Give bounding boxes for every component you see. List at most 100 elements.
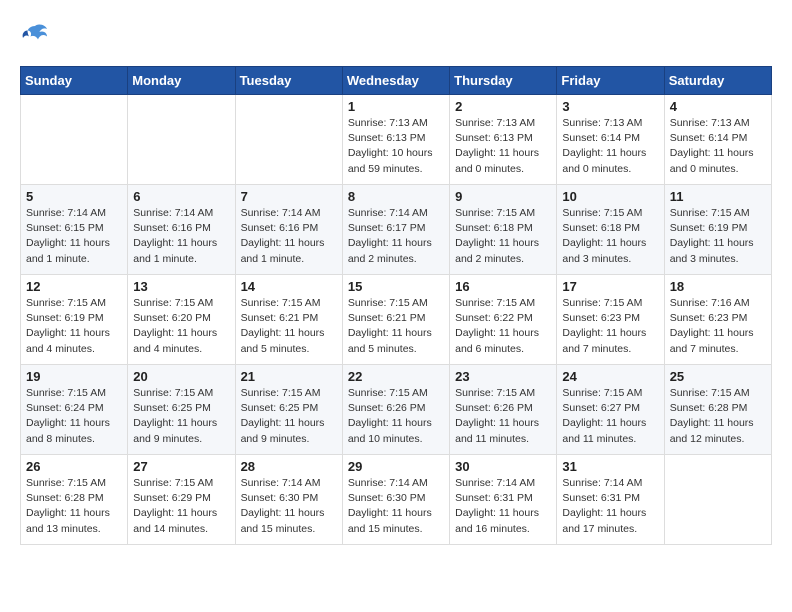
page-header: [20, 20, 772, 50]
day-info: Sunrise: 7:14 AM Sunset: 6:16 PM Dayligh…: [133, 206, 229, 267]
calendar-cell: 26 Sunrise: 7:15 AM Sunset: 6:28 PM Dayli…: [21, 455, 128, 545]
calendar-cell: 17 Sunrise: 7:15 AM Sunset: 6:23 PM Dayli…: [557, 275, 664, 365]
day-info: Sunrise: 7:14 AM Sunset: 6:31 PM Dayligh…: [455, 476, 551, 537]
day-info: Sunrise: 7:15 AM Sunset: 6:19 PM Dayligh…: [670, 206, 766, 267]
calendar-cell: 11 Sunrise: 7:15 AM Sunset: 6:19 PM Dayli…: [664, 185, 771, 275]
day-number: 22: [348, 369, 444, 384]
calendar-cell: 5 Sunrise: 7:14 AM Sunset: 6:15 PM Daylig…: [21, 185, 128, 275]
day-number: 16: [455, 279, 551, 294]
day-number: 25: [670, 369, 766, 384]
calendar-week-0: 1 Sunrise: 7:13 AM Sunset: 6:13 PM Daylig…: [21, 95, 772, 185]
day-info: Sunrise: 7:14 AM Sunset: 6:15 PM Dayligh…: [26, 206, 122, 267]
page-container: SundayMondayTuesdayWednesdayThursdayFrid…: [20, 20, 772, 545]
day-info: Sunrise: 7:15 AM Sunset: 6:26 PM Dayligh…: [455, 386, 551, 447]
day-number: 18: [670, 279, 766, 294]
day-info: Sunrise: 7:14 AM Sunset: 6:31 PM Dayligh…: [562, 476, 658, 537]
calendar-cell: 22 Sunrise: 7:15 AM Sunset: 6:26 PM Dayli…: [342, 365, 449, 455]
day-number: 26: [26, 459, 122, 474]
day-number: 24: [562, 369, 658, 384]
day-number: 1: [348, 99, 444, 114]
calendar-table: SundayMondayTuesdayWednesdayThursdayFrid…: [20, 66, 772, 545]
day-number: 28: [241, 459, 337, 474]
day-info: Sunrise: 7:15 AM Sunset: 6:20 PM Dayligh…: [133, 296, 229, 357]
day-info: Sunrise: 7:15 AM Sunset: 6:19 PM Dayligh…: [26, 296, 122, 357]
day-number: 11: [670, 189, 766, 204]
calendar-cell: 8Sunrise: 7:14 AM Sunset: 6:17 PM Daylig…: [342, 185, 449, 275]
calendar-cell: 31 Sunrise: 7:14 AM Sunset: 6:31 PM Dayli…: [557, 455, 664, 545]
day-header-saturday: Saturday: [664, 67, 771, 95]
day-header-tuesday: Tuesday: [235, 67, 342, 95]
day-info: Sunrise: 7:15 AM Sunset: 6:25 PM Dayligh…: [241, 386, 337, 447]
day-info: Sunrise: 7:15 AM Sunset: 6:28 PM Dayligh…: [26, 476, 122, 537]
day-number: 15: [348, 279, 444, 294]
calendar-cell: 4 Sunrise: 7:13 AM Sunset: 6:14 PM Daylig…: [664, 95, 771, 185]
day-number: 21: [241, 369, 337, 384]
day-info: Sunrise: 7:15 AM Sunset: 6:29 PM Dayligh…: [133, 476, 229, 537]
day-info: Sunrise: 7:15 AM Sunset: 6:25 PM Dayligh…: [133, 386, 229, 447]
calendar-cell: 21 Sunrise: 7:15 AM Sunset: 6:25 PM Dayli…: [235, 365, 342, 455]
day-number: 17: [562, 279, 658, 294]
day-number: 19: [26, 369, 122, 384]
calendar-cell: 9Sunrise: 7:15 AM Sunset: 6:18 PM Daylig…: [450, 185, 557, 275]
calendar-cell: 1 Sunrise: 7:13 AM Sunset: 6:13 PM Daylig…: [342, 95, 449, 185]
day-info: Sunrise: 7:13 AM Sunset: 6:13 PM Dayligh…: [348, 116, 444, 177]
day-number: 13: [133, 279, 229, 294]
day-number: 27: [133, 459, 229, 474]
day-info: Sunrise: 7:15 AM Sunset: 6:18 PM Dayligh…: [455, 206, 551, 267]
calendar-week-1: 5 Sunrise: 7:14 AM Sunset: 6:15 PM Daylig…: [21, 185, 772, 275]
day-info: Sunrise: 7:15 AM Sunset: 6:18 PM Dayligh…: [562, 206, 658, 267]
calendar-cell: 12 Sunrise: 7:15 AM Sunset: 6:19 PM Dayli…: [21, 275, 128, 365]
day-number: 8: [348, 189, 444, 204]
calendar-cell: 23 Sunrise: 7:15 AM Sunset: 6:26 PM Dayli…: [450, 365, 557, 455]
day-info: Sunrise: 7:15 AM Sunset: 6:27 PM Dayligh…: [562, 386, 658, 447]
calendar-cell: 18 Sunrise: 7:16 AM Sunset: 6:23 PM Dayli…: [664, 275, 771, 365]
calendar-week-3: 19 Sunrise: 7:15 AM Sunset: 6:24 PM Dayli…: [21, 365, 772, 455]
calendar-cell: 10 Sunrise: 7:15 AM Sunset: 6:18 PM Dayli…: [557, 185, 664, 275]
day-info: Sunrise: 7:14 AM Sunset: 6:30 PM Dayligh…: [241, 476, 337, 537]
day-info: Sunrise: 7:15 AM Sunset: 6:26 PM Dayligh…: [348, 386, 444, 447]
calendar-cell: 29Sunrise: 7:14 AM Sunset: 6:30 PM Dayli…: [342, 455, 449, 545]
day-info: Sunrise: 7:15 AM Sunset: 6:28 PM Dayligh…: [670, 386, 766, 447]
day-info: Sunrise: 7:13 AM Sunset: 6:13 PM Dayligh…: [455, 116, 551, 177]
calendar-cell: 6 Sunrise: 7:14 AM Sunset: 6:16 PM Daylig…: [128, 185, 235, 275]
calendar-cell: 7 Sunrise: 7:14 AM Sunset: 6:16 PM Daylig…: [235, 185, 342, 275]
day-number: 31: [562, 459, 658, 474]
calendar-cell: 30Sunrise: 7:14 AM Sunset: 6:31 PM Dayli…: [450, 455, 557, 545]
day-info: Sunrise: 7:15 AM Sunset: 6:21 PM Dayligh…: [348, 296, 444, 357]
day-info: Sunrise: 7:16 AM Sunset: 6:23 PM Dayligh…: [670, 296, 766, 357]
calendar-cell: 27 Sunrise: 7:15 AM Sunset: 6:29 PM Dayli…: [128, 455, 235, 545]
calendar-cell: [664, 455, 771, 545]
day-header-sunday: Sunday: [21, 67, 128, 95]
day-info: Sunrise: 7:15 AM Sunset: 6:23 PM Dayligh…: [562, 296, 658, 357]
day-info: Sunrise: 7:15 AM Sunset: 6:21 PM Dayligh…: [241, 296, 337, 357]
day-number: 20: [133, 369, 229, 384]
calendar-cell: 28 Sunrise: 7:14 AM Sunset: 6:30 PM Dayli…: [235, 455, 342, 545]
day-header-friday: Friday: [557, 67, 664, 95]
day-number: 6: [133, 189, 229, 204]
logo: [20, 20, 54, 50]
day-info: Sunrise: 7:15 AM Sunset: 6:24 PM Dayligh…: [26, 386, 122, 447]
day-number: 3: [562, 99, 658, 114]
calendar-cell: 25 Sunrise: 7:15 AM Sunset: 6:28 PM Dayli…: [664, 365, 771, 455]
day-number: 10: [562, 189, 658, 204]
day-header-wednesday: Wednesday: [342, 67, 449, 95]
day-info: Sunrise: 7:15 AM Sunset: 6:22 PM Dayligh…: [455, 296, 551, 357]
day-info: Sunrise: 7:13 AM Sunset: 6:14 PM Dayligh…: [562, 116, 658, 177]
day-header-monday: Monday: [128, 67, 235, 95]
calendar-cell: 19 Sunrise: 7:15 AM Sunset: 6:24 PM Dayli…: [21, 365, 128, 455]
day-info: Sunrise: 7:13 AM Sunset: 6:14 PM Dayligh…: [670, 116, 766, 177]
calendar-cell: 16 Sunrise: 7:15 AM Sunset: 6:22 PM Dayli…: [450, 275, 557, 365]
calendar-cell: 20 Sunrise: 7:15 AM Sunset: 6:25 PM Dayli…: [128, 365, 235, 455]
day-number: 7: [241, 189, 337, 204]
day-number: 4: [670, 99, 766, 114]
day-number: 5: [26, 189, 122, 204]
day-number: 2: [455, 99, 551, 114]
calendar-cell: 15 Sunrise: 7:15 AM Sunset: 6:21 PM Dayli…: [342, 275, 449, 365]
calendar-cell: 13 Sunrise: 7:15 AM Sunset: 6:20 PM Dayli…: [128, 275, 235, 365]
calendar-header-row: SundayMondayTuesdayWednesdayThursdayFrid…: [21, 67, 772, 95]
day-number: 12: [26, 279, 122, 294]
calendar-week-4: 26 Sunrise: 7:15 AM Sunset: 6:28 PM Dayli…: [21, 455, 772, 545]
day-info: Sunrise: 7:14 AM Sunset: 6:16 PM Dayligh…: [241, 206, 337, 267]
day-number: 23: [455, 369, 551, 384]
logo-icon: [20, 20, 50, 50]
